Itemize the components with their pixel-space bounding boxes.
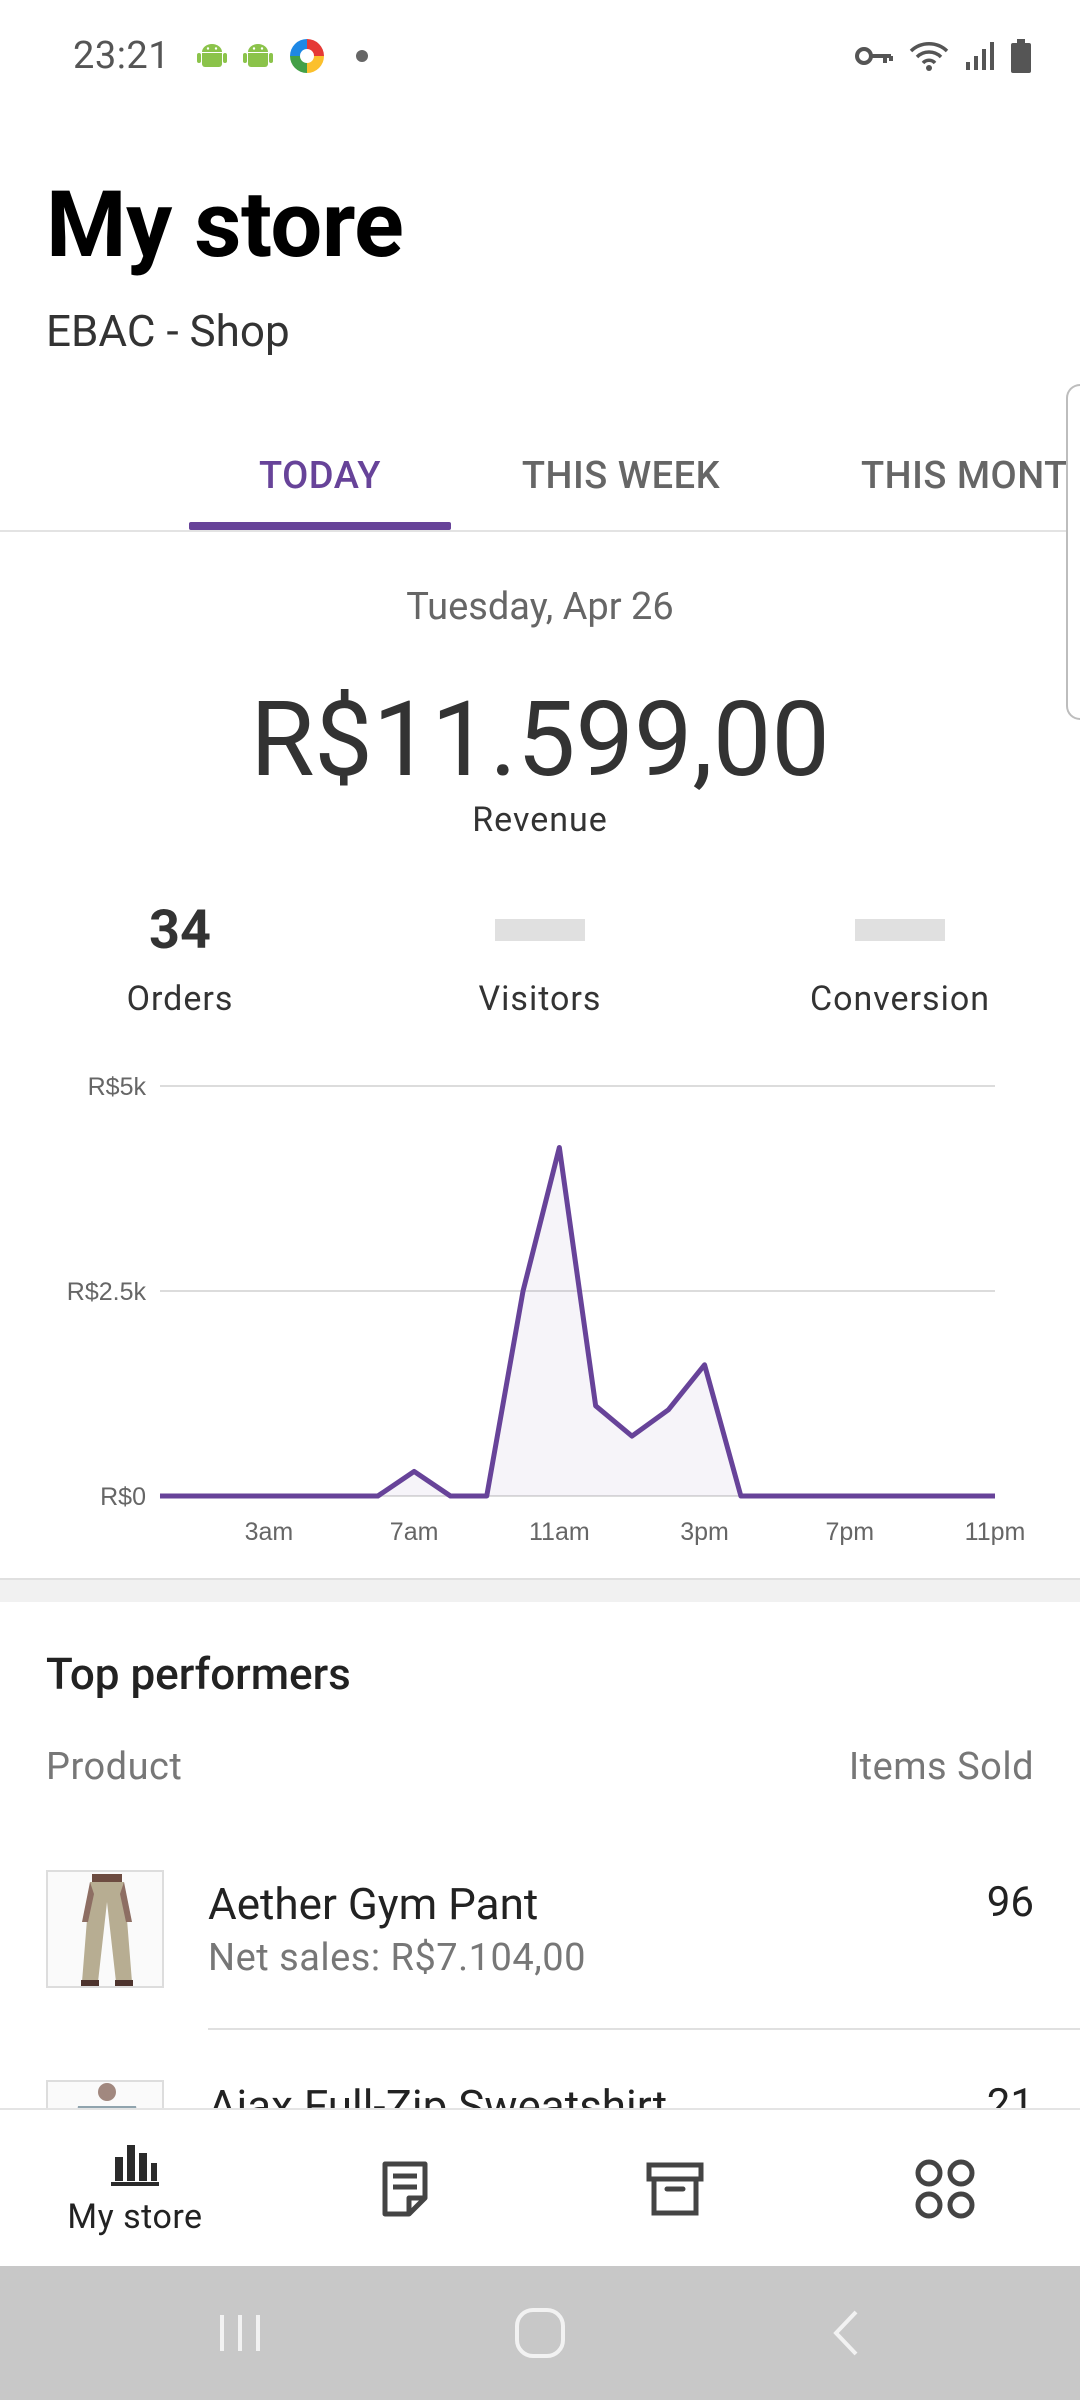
- home-button[interactable]: [480, 2266, 600, 2400]
- chart-x-tick-label: 7pm: [825, 1518, 874, 1546]
- wifi-icon: [909, 42, 949, 71]
- chart-y-tick-label: R$5k: [88, 1073, 147, 1101]
- column-header-items-sold: Items Sold: [848, 1745, 1034, 1789]
- product-row[interactable]: Ajax Full-Zip Sweatshirt 21: [0, 2068, 1080, 2108]
- product-items-sold: 96: [986, 1878, 1034, 1927]
- section-divider: [0, 1578, 1080, 1602]
- back-icon: [833, 2310, 858, 2356]
- nav-my-store-label: My store: [67, 2197, 203, 2237]
- bar-chart-icon: [111, 2145, 159, 2186]
- recent-apps-button[interactable]: [180, 2266, 300, 2400]
- sweatshirt-image-icon: [48, 2082, 162, 2108]
- chart-x-tick-label: 11am: [529, 1518, 590, 1546]
- conversion-stat: Conversion: [720, 895, 1080, 1019]
- top-performers-title: Top performers: [46, 1648, 351, 1700]
- chart-y-tick-label: R$2.5k: [67, 1278, 147, 1306]
- revenue-label: Revenue: [472, 800, 608, 840]
- conversion-label: Conversion: [809, 979, 991, 1019]
- column-header-product: Product: [46, 1745, 183, 1789]
- product-name: Aether Gym Pant: [208, 1878, 539, 1930]
- product-row[interactable]: Aether Gym Pant Net sales: R$7.104,00 96: [0, 1858, 1080, 2030]
- product-thumbnail: [46, 2080, 164, 2108]
- active-tab-indicator: [189, 522, 451, 530]
- revenue-chart[interactable]: R$0 R$2.5k R$5k 3am 7am 11am 3pm 7pm 11pm: [0, 1060, 1080, 1570]
- visitors-placeholder: [495, 919, 585, 941]
- tab-today[interactable]: TODAY: [189, 420, 451, 532]
- product-items-sold: 21: [986, 2080, 1034, 2108]
- product-thumbnail: [46, 1870, 164, 1988]
- visitors-stat: Visitors: [360, 895, 720, 1019]
- status-right-icons: [854, 39, 1032, 73]
- chart-x-tick-label: 7am: [390, 1518, 439, 1546]
- store-name: EBAC - Shop: [46, 305, 290, 357]
- orders-label: Orders: [126, 979, 234, 1019]
- revenue-value: R$11.599,00: [250, 680, 830, 801]
- period-tabs: TODAY THIS WEEK THIS MONTH: [0, 420, 1080, 532]
- nav-more[interactable]: [810, 2110, 1080, 2268]
- chart-y-tick-label: R$0: [100, 1483, 146, 1511]
- system-navigation-bar: [0, 2266, 1080, 2400]
- tab-this-month[interactable]: THIS MONTH: [835, 420, 1080, 532]
- status-time: 23:21: [73, 34, 171, 78]
- edge-panel-handle[interactable]: [1066, 384, 1080, 720]
- conversion-placeholder: [855, 919, 945, 941]
- home-icon: [515, 2308, 565, 2358]
- orders-value: 34: [149, 898, 211, 962]
- nav-my-store[interactable]: My store: [0, 2110, 270, 2268]
- status-left-icons: [196, 37, 369, 75]
- visitors-label: Visitors: [478, 979, 602, 1019]
- page-title: My store: [46, 172, 404, 279]
- product-name: Ajax Full-Zip Sweatshirt: [208, 2080, 668, 2108]
- bottom-navigation: My store: [0, 2108, 1080, 2266]
- notification-dot-icon: [356, 50, 369, 62]
- chart-x-tick-label: 11pm: [965, 1518, 1026, 1546]
- app-launcher-icon: [290, 39, 325, 73]
- orders-stat: 34 Orders: [0, 895, 360, 1020]
- tab-this-week[interactable]: THIS WEEK: [490, 420, 752, 532]
- chart-x-tick-label: 3am: [245, 1518, 294, 1546]
- row-separator: [208, 2028, 1080, 2030]
- nav-orders[interactable]: [270, 2110, 540, 2268]
- orders-icon: [382, 2161, 428, 2217]
- battery-icon: [1011, 39, 1031, 73]
- android-icon: [243, 44, 274, 67]
- status-bar: 23:21: [0, 0, 1080, 112]
- nav-products[interactable]: [540, 2110, 810, 2268]
- product-net-sales: Net sales: R$7.104,00: [208, 1936, 586, 1980]
- recent-apps-icon: [220, 2315, 260, 2351]
- pants-image-icon: [48, 1872, 162, 1986]
- chart-x-tick-label: 3pm: [680, 1518, 729, 1546]
- more-grid-icon: [915, 2159, 975, 2219]
- android-icon: [197, 44, 228, 67]
- products-box-icon: [646, 2162, 704, 2216]
- vpn-key-icon: [855, 47, 893, 65]
- stats-date: Tuesday, Apr 26: [406, 585, 674, 629]
- signal-icon: [966, 42, 994, 70]
- back-button[interactable]: [786, 2266, 906, 2400]
- chart-area-fill: [160, 1147, 995, 1496]
